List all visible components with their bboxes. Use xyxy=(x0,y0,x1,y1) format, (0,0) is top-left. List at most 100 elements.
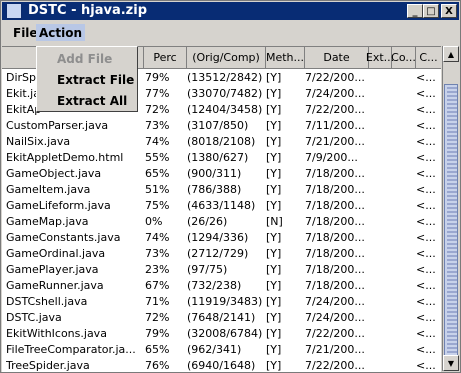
file-size: (12404/3458) xyxy=(187,102,263,116)
file-c: <... xyxy=(416,262,436,276)
file-c: <... xyxy=(416,182,436,196)
file-name: GameRunner.java xyxy=(6,278,104,292)
table-row[interactable]: NailSix.java 74% (8018/2108) [Y] 7/21/20… xyxy=(2,133,441,149)
table-row[interactable]: GameObject.java 65% (900/311) [Y] 7/18/2… xyxy=(2,165,441,181)
file-size: (732/238) xyxy=(187,278,242,292)
file-perc: 55% xyxy=(145,150,170,164)
file-method: [N] xyxy=(266,214,283,228)
arrow-up-icon: ▲ xyxy=(447,49,455,59)
table-row[interactable]: DSTCshell.java 71% (11919/3483) [Y] 7/24… xyxy=(2,293,441,309)
file-c: <... xyxy=(416,118,436,132)
file-method: [Y] xyxy=(266,326,282,340)
file-perc: 77% xyxy=(145,86,170,100)
file-c: <... xyxy=(416,278,436,292)
table-row[interactable]: GameConstants.java 74% (1294/336) [Y] 7/… xyxy=(2,229,441,245)
table-row[interactable]: GamePlayer.java 23% (97/75) [Y] 7/18/200… xyxy=(2,261,441,277)
file-name: DSTCshell.java xyxy=(6,294,88,308)
table-row[interactable]: GameItem.java 51% (786/388) [Y] 7/18/200… xyxy=(2,181,441,197)
menu-item-extract-file[interactable]: Extract File xyxy=(37,70,137,90)
close-icon: X xyxy=(445,5,453,17)
title-bar[interactable]: DSTC - hjava.zip _ □ X xyxy=(2,2,459,20)
file-size: (1294/336) xyxy=(187,230,249,244)
table-row[interactable]: GameOrdinal.java 73% (2712/729) [Y] 7/18… xyxy=(2,245,441,261)
table-row[interactable]: GameMap.java 0% (26/26) [N] 7/18/200... … xyxy=(2,213,441,229)
column-header-orig-comp[interactable]: (Orig/Comp) xyxy=(187,47,266,68)
scroll-up-button[interactable]: ▲ xyxy=(443,46,459,62)
file-name: EkitAppletDemo.html xyxy=(6,150,124,164)
scroll-thumb-grip xyxy=(447,85,457,355)
table-row[interactable]: TreeSpider.java 76% (6940/1648) [Y] 7/22… xyxy=(2,357,441,372)
file-size: (8018/2108) xyxy=(187,134,256,148)
scroll-thumb[interactable] xyxy=(444,84,458,356)
vertical-scrollbar[interactable]: ▲ ▼ xyxy=(442,46,459,371)
file-date: 7/11/200... xyxy=(305,118,365,132)
file-date: 7/18/200... xyxy=(305,246,365,260)
file-date: 7/21/200... xyxy=(305,134,365,148)
file-c: <... xyxy=(416,294,436,308)
window-title: DSTC - hjava.zip xyxy=(28,3,148,18)
column-header-perc[interactable]: Perc xyxy=(144,47,187,68)
table-row[interactable]: EkitWithIcons.java 79% (32008/6784) [Y] … xyxy=(2,325,441,341)
minimize-icon: _ xyxy=(412,5,418,17)
table-body: DirSp 79% (13512/2842) [Y] 7/22/200... <… xyxy=(2,69,441,372)
action-menu-dropdown: Add File Extract File Extract All xyxy=(36,46,138,112)
column-header-c[interactable]: C... xyxy=(416,47,441,68)
file-perc: 67% xyxy=(145,278,170,292)
maximize-button[interactable]: □ xyxy=(423,4,439,18)
scroll-down-button[interactable]: ▼ xyxy=(443,355,459,371)
table-row[interactable]: DSTC.java 72% (7648/2141) [Y] 7/24/200..… xyxy=(2,309,441,325)
file-c: <... xyxy=(416,70,436,84)
file-perc: 75% xyxy=(145,198,170,212)
file-name: GamePlayer.java xyxy=(6,262,99,276)
menu-item-extract-all[interactable]: Extract All xyxy=(37,91,137,111)
column-header-method[interactable]: Meth... xyxy=(266,47,305,68)
column-header-co[interactable]: Co... xyxy=(391,47,416,68)
file-c: <... xyxy=(416,150,436,164)
file-method: [Y] xyxy=(266,166,282,180)
table-row[interactable]: GameLifeform.java 75% (4633/1148) [Y] 7/… xyxy=(2,197,441,213)
file-name: GameObject.java xyxy=(6,166,102,180)
file-date: 7/9/200... xyxy=(305,150,358,164)
file-size: (11919/3483) xyxy=(187,294,263,308)
menu-action[interactable]: Action xyxy=(36,24,86,41)
arrow-down-icon: ▼ xyxy=(447,358,455,368)
file-c: <... xyxy=(416,102,436,116)
file-name: FileTreeComparator.ja... xyxy=(6,342,136,356)
file-name: GameMap.java xyxy=(6,214,89,228)
file-date: 7/24/200... xyxy=(305,310,365,324)
file-c: <... xyxy=(416,246,436,260)
file-name: CustomParser.java xyxy=(6,118,109,132)
minimize-button[interactable]: _ xyxy=(407,4,423,18)
file-perc: 74% xyxy=(145,230,170,244)
file-size: (97/75) xyxy=(187,262,228,276)
file-date: 7/22/200... xyxy=(305,358,365,372)
menu-item-add-file[interactable]: Add File xyxy=(37,49,137,69)
file-method: [Y] xyxy=(266,198,282,212)
file-name: TreeSpider.java xyxy=(6,358,90,372)
table-row[interactable]: GameRunner.java 67% (732/238) [Y] 7/18/2… xyxy=(2,277,441,293)
file-perc: 76% xyxy=(145,358,170,372)
file-size: (6940/1648) xyxy=(187,358,256,372)
file-c: <... xyxy=(416,310,436,324)
column-header-date[interactable]: Date xyxy=(305,47,369,68)
file-method: [Y] xyxy=(266,134,282,148)
table-row[interactable]: CustomParser.java 73% (3107/850) [Y] 7/1… xyxy=(2,117,441,133)
table-row[interactable]: FileTreeComparator.ja... 65% (962/341) [… xyxy=(2,341,441,357)
file-c: <... xyxy=(416,214,436,228)
file-size: (962/341) xyxy=(187,342,242,356)
file-method: [Y] xyxy=(266,342,282,356)
file-method: [Y] xyxy=(266,86,282,100)
table-row[interactable]: EkitAppletDemo.html 55% (1380/627) [Y] 7… xyxy=(2,149,441,165)
file-method: [Y] xyxy=(266,102,282,116)
file-method: [Y] xyxy=(266,358,282,372)
column-header-ext[interactable]: Ext... xyxy=(366,47,394,68)
file-name: GameLifeform.java xyxy=(6,198,111,212)
file-method: [Y] xyxy=(266,182,282,196)
close-button[interactable]: X xyxy=(441,4,457,18)
file-date: 7/22/200... xyxy=(305,326,365,340)
file-c: <... xyxy=(416,134,436,148)
file-c: <... xyxy=(416,358,436,372)
file-name: NailSix.java xyxy=(6,134,71,148)
file-c: <... xyxy=(416,326,436,340)
file-perc: 51% xyxy=(145,182,170,196)
